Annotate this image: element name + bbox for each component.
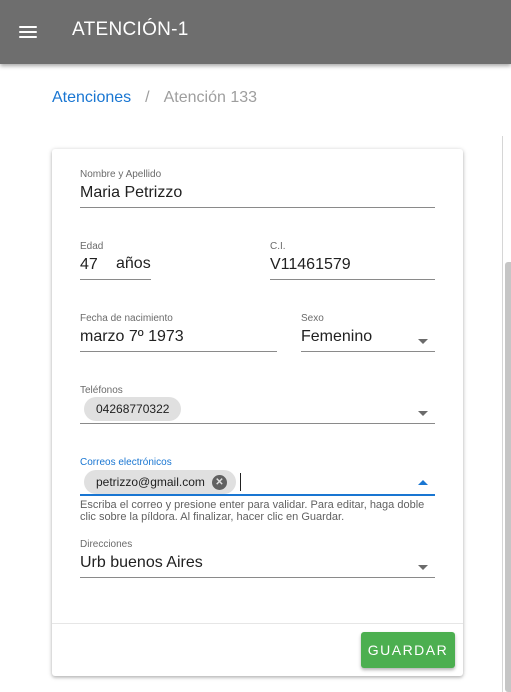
sex-underline <box>301 351 435 352</box>
app-title: ATENCIÓN-1 <box>72 19 189 40</box>
birth-date-value: marzo 7º 1973 <box>80 328 184 345</box>
breadcrumb-current: Atención 133 <box>163 89 258 106</box>
phone-chip[interactable]: 04268770322 <box>84 397 182 421</box>
birth-date-underline <box>80 351 277 352</box>
text-cursor <box>240 473 241 491</box>
age-value: 47 <box>80 256 98 273</box>
ci-label: C.I. <box>270 241 286 252</box>
scrollbar[interactable] <box>505 262 511 692</box>
ci-field[interactable]: C.I. V11461579 <box>270 241 435 281</box>
breadcrumb-atenciones-link[interactable]: Atenciones <box>52 89 131 107</box>
name-value: Maria Petrizzo <box>80 184 183 201</box>
phones-field[interactable]: Teléfonos 04268770322 <box>80 385 435 425</box>
sex-select[interactable]: Sexo Femenino <box>301 313 435 353</box>
card-actions-divider <box>52 623 463 624</box>
close-icon[interactable]: ✕ <box>212 475 227 490</box>
chevron-down-icon[interactable] <box>418 411 428 416</box>
ci-underline <box>270 279 435 280</box>
age-field[interactable]: Edad 47 años <box>80 241 151 281</box>
emails-field[interactable]: Correos electrónicos petrizzo@gmail.com … <box>80 457 435 497</box>
ci-value: V11461579 <box>270 256 351 273</box>
address-value: Urb buenos Aires <box>80 554 203 571</box>
save-button[interactable]: GUARDAR <box>361 632 455 668</box>
address-field[interactable]: Direcciones Urb buenos Aires <box>80 539 435 579</box>
name-label: Nombre y Apellido <box>80 169 162 180</box>
chevron-down-icon[interactable] <box>418 339 428 344</box>
chevron-down-icon[interactable] <box>418 565 428 570</box>
breadcrumb-separator: / <box>145 89 150 106</box>
age-underline <box>80 279 151 280</box>
right-divider <box>502 136 503 692</box>
phones-underline <box>80 423 435 424</box>
name-field[interactable]: Nombre y Apellido Maria Petrizzo <box>80 169 435 209</box>
breadcrumb: Atenciones / Atención 133 <box>52 89 257 107</box>
birth-date-label: Fecha de nacimiento <box>80 313 173 324</box>
app-bar: ATENCIÓN-1 <box>0 0 511 64</box>
emails-hint: Escriba el correo y presione enter para … <box>80 499 425 523</box>
age-label: Edad <box>80 241 104 252</box>
email-chip-text: petrizzo@gmail.com <box>96 475 205 489</box>
phones-label: Teléfonos <box>80 385 123 396</box>
emails-underline <box>80 494 435 496</box>
menu-icon[interactable] <box>16 20 40 44</box>
birth-date-field[interactable]: Fecha de nacimiento marzo 7º 1973 <box>80 313 277 353</box>
name-underline <box>80 207 435 208</box>
address-underline <box>80 577 435 578</box>
address-label: Direcciones <box>80 539 133 550</box>
patient-form-card: Nombre y Apellido Maria Petrizzo Edad 47… <box>52 149 463 676</box>
emails-label: Correos electrónicos <box>80 457 172 468</box>
sex-value: Femenino <box>301 328 373 345</box>
chevron-up-icon[interactable] <box>418 480 428 485</box>
age-suffix: años <box>116 255 151 272</box>
sex-label: Sexo <box>301 313 324 324</box>
